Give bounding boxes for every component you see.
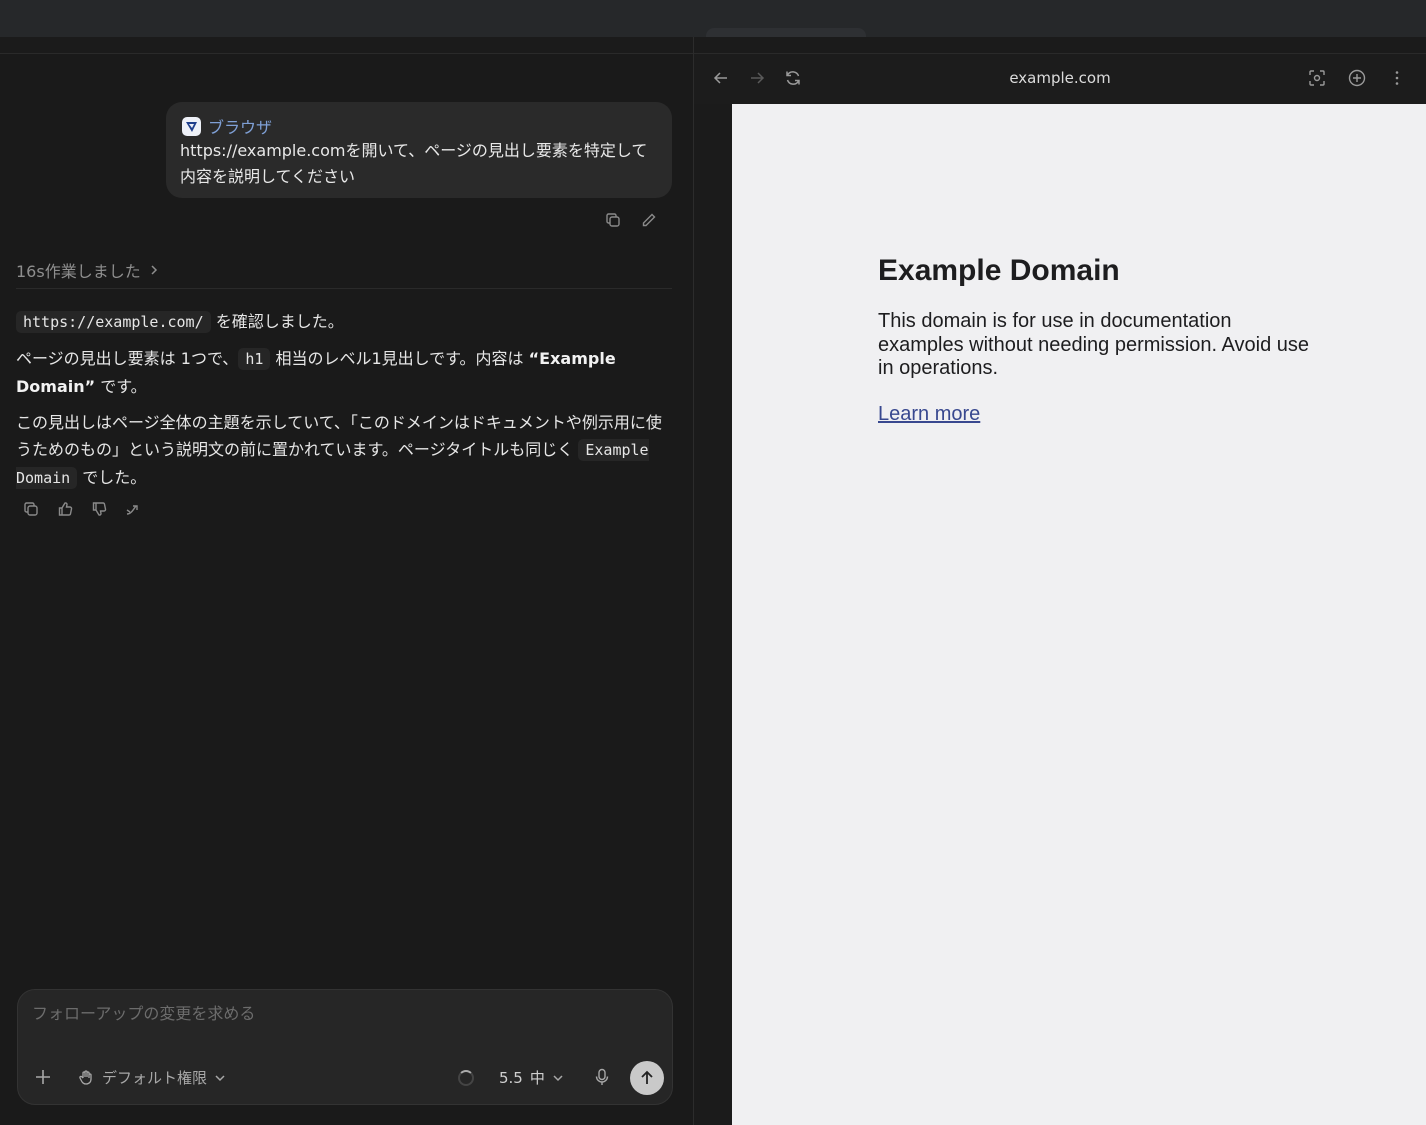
answer-text: 相当のレベル1見出しです。内容は	[270, 349, 529, 368]
branch-icon[interactable]	[124, 500, 142, 518]
model-version: 5.5	[499, 1068, 523, 1087]
edit-pencil-icon[interactable]	[640, 211, 658, 229]
answer-text: です。	[95, 377, 147, 396]
reload-icon	[786, 71, 800, 85]
screenshot-button[interactable]	[1308, 69, 1326, 87]
chat-pane: ブラウザ https://example.comを開いて、ページの見出し要素を特…	[0, 54, 694, 1125]
inline-code-h1: h1	[238, 348, 271, 370]
plus-circle-icon	[1348, 69, 1366, 87]
learn-more-link[interactable]: Learn more	[878, 403, 980, 425]
microphone-button[interactable]	[594, 1068, 610, 1090]
chevron-down-icon	[215, 1074, 225, 1081]
add-attachment-button[interactable]	[34, 1068, 52, 1090]
user-message-text: https://example.comを開いて、ページの見出し要素を特定して内容…	[180, 141, 648, 186]
chevron-right-icon	[151, 265, 157, 275]
new-tab-button[interactable]	[1348, 69, 1366, 87]
follow-up-input[interactable]	[32, 1004, 652, 1023]
answer-text: この見出しはページ全体の主題を示していて、「このドメインはドキュメントや例示用に…	[16, 413, 662, 459]
microphone-icon	[595, 1068, 609, 1085]
permission-label: デフォルト権限	[102, 1069, 208, 1087]
browser-app-icon	[182, 116, 201, 136]
app-tag[interactable]: ブラウザ	[182, 114, 272, 138]
composer: デフォルト権限 5.5 中	[17, 989, 673, 1105]
divider	[16, 288, 672, 289]
assistant-answer: https://example.com/ を確認しました。 ページの見出し要素は…	[16, 308, 676, 501]
forward-button[interactable]	[748, 69, 766, 87]
page-content: Example Domain This domain is for use in…	[878, 254, 1318, 426]
user-message-actions	[604, 211, 658, 229]
arrow-right-icon	[751, 72, 765, 84]
screenshot-icon	[1309, 70, 1325, 86]
app-name-label: ブラウザ	[208, 118, 273, 137]
answer-text: でした。	[77, 468, 147, 487]
thumbs-up-icon[interactable]	[56, 500, 74, 518]
reload-button[interactable]	[784, 69, 802, 87]
nav-controls	[712, 69, 802, 87]
window-titlebar	[0, 0, 1426, 40]
worked-label: 16s作業しました	[16, 262, 141, 281]
arrow-left-icon	[713, 72, 727, 84]
thumbs-down-icon[interactable]	[90, 500, 108, 518]
answer-paragraph-2: ページの見出し要素は 1つで、 h1 相当のレベル1見出しです。内容は “Exam…	[16, 345, 676, 400]
arrow-up-icon	[641, 1070, 653, 1084]
copy-icon[interactable]	[22, 500, 40, 518]
model-level: 中	[529, 1069, 545, 1087]
copy-icon[interactable]	[604, 211, 622, 229]
plus-icon	[36, 1070, 50, 1084]
web-page-viewport: Example Domain This domain is for use in…	[732, 104, 1426, 1125]
user-message-bubble: ブラウザ https://example.comを開いて、ページの見出し要素を特…	[166, 102, 672, 198]
toolbar-strip	[0, 37, 1426, 54]
browser-pane: example.com Example Domain This domain i…	[694, 54, 1426, 1125]
more-vertical-icon	[1395, 71, 1399, 85]
answer-actions	[22, 500, 142, 518]
chevron-down-icon	[553, 1074, 563, 1081]
send-button[interactable]	[630, 1061, 664, 1095]
answer-text: を確認しました。	[210, 312, 344, 331]
worked-summary-toggle[interactable]: 16s作業しました	[16, 258, 159, 282]
answer-paragraph-1: https://example.com/ を確認しました。	[16, 308, 676, 336]
model-selector[interactable]: 5.5 中	[499, 1067, 564, 1088]
loading-spinner-icon	[458, 1070, 474, 1086]
browser-actions	[1308, 69, 1406, 87]
more-options-button[interactable]	[1388, 69, 1406, 87]
page-heading: Example Domain	[878, 254, 1120, 287]
answer-text: ページの見出し要素は 1つで、	[16, 349, 239, 368]
browser-toolbar: example.com	[694, 54, 1426, 104]
answer-paragraph-3: この見出しはページ全体の主題を示していて、「このドメインはドキュメントや例示用に…	[16, 409, 676, 492]
hand-icon	[79, 1070, 92, 1085]
inline-code-url: https://example.com/	[16, 311, 211, 333]
permission-dropdown[interactable]: デフォルト権限	[78, 1067, 226, 1088]
back-button[interactable]	[712, 69, 730, 87]
page-paragraph: This domain is for use in documentation …	[878, 310, 1309, 379]
